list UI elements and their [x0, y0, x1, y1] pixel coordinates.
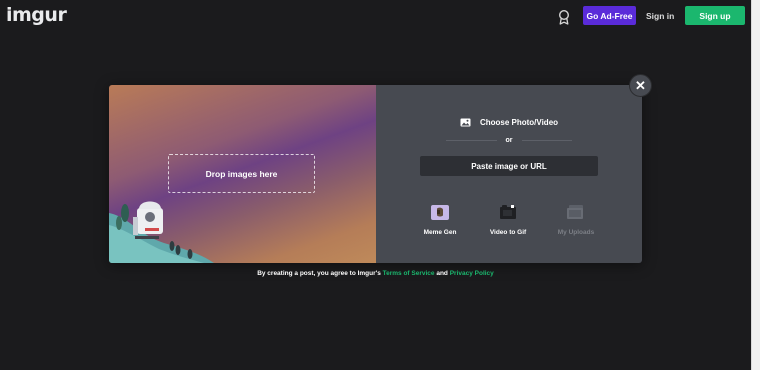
- page-scrollbar[interactable]: [751, 0, 760, 370]
- image-icon: [460, 118, 471, 127]
- sign-up-button[interactable]: Sign up: [685, 6, 745, 25]
- privacy-policy-link[interactable]: Privacy Policy: [450, 270, 494, 277]
- drop-zone-label: Drop images here: [205, 168, 278, 179]
- go-ad-free-button[interactable]: Go Ad-Free: [583, 6, 636, 25]
- my-uploads-label: My Uploads: [557, 229, 595, 236]
- or-divider: or: [446, 137, 572, 144]
- meme-gen-icon: [431, 205, 449, 220]
- meme-gen-button[interactable]: Meme Gen: [410, 205, 470, 236]
- sign-in-link[interactable]: Sign in: [646, 11, 674, 21]
- video-to-gif-label: Video to Gif: [489, 229, 527, 236]
- close-icon[interactable]: ✕: [629, 74, 652, 97]
- terms-prefix: By creating a post, you agree to Imgur's: [257, 270, 383, 277]
- choose-photo-video-button[interactable]: Choose Photo/Video: [376, 118, 642, 127]
- imgur-logo[interactable]: imgur: [6, 4, 67, 26]
- my-uploads-icon: [567, 205, 583, 219]
- paste-label: Paste image or URL: [471, 161, 547, 171]
- award-ribbon-icon[interactable]: [557, 9, 571, 25]
- or-label: or: [505, 137, 513, 144]
- terms-and: and: [434, 270, 450, 277]
- my-uploads-button[interactable]: My Uploads: [546, 205, 606, 236]
- video-to-gif-button[interactable]: Video to Gif: [478, 205, 538, 236]
- drop-area[interactable]: Drop images here: [109, 85, 376, 263]
- terms-notice: By creating a post, you agree to Imgur's…: [0, 270, 751, 277]
- upload-options-panel: Choose Photo/Video or Paste image or URL…: [376, 85, 642, 263]
- choose-label: Choose Photo/Video: [479, 118, 559, 127]
- terms-of-service-link[interactable]: Terms of Service: [383, 270, 435, 277]
- drop-zone[interactable]: Drop images here: [168, 154, 315, 193]
- hill-illustration: [109, 201, 214, 263]
- paste-image-url-button[interactable]: Paste image or URL: [420, 156, 598, 176]
- meme-gen-label: Meme Gen: [423, 229, 457, 236]
- upload-modal: Drop images here Choose Photo/Video or P…: [109, 85, 642, 263]
- video-to-gif-icon: [500, 205, 516, 219]
